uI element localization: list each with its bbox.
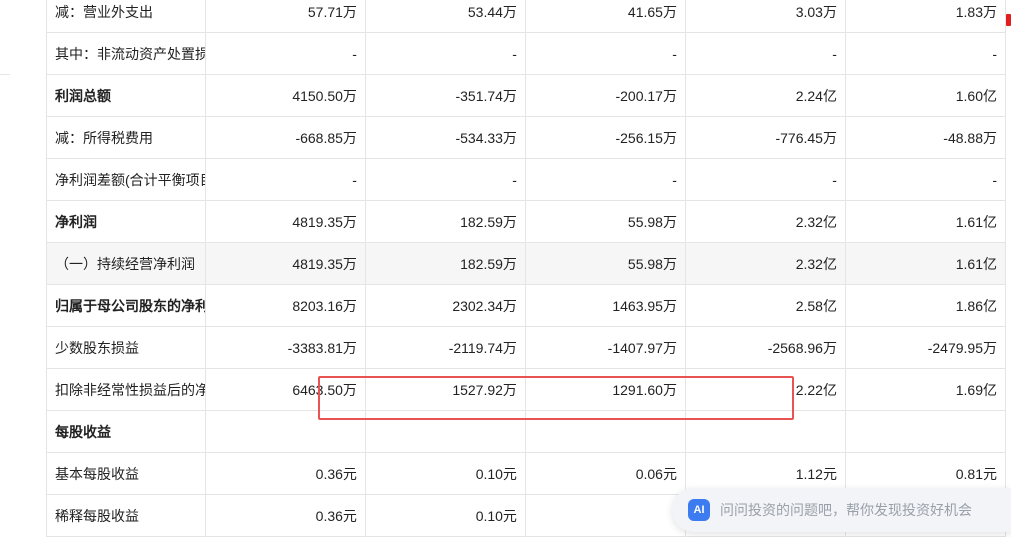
value-cell: -256.15万 — [524, 116, 686, 159]
value-cell: -1407.97万 — [524, 326, 686, 369]
value-cell: -2119.74万 — [364, 326, 526, 369]
value-cell: -534.33万 — [364, 116, 526, 159]
value-cell: -200.17万 — [524, 74, 686, 117]
value-cell: 0.36元 — [204, 494, 366, 537]
ai-assistant-icon: AI — [688, 499, 710, 521]
value-cell: 182.59万 — [364, 200, 526, 243]
value-cell: 0.10元 — [364, 494, 526, 537]
value-cell: 1.61亿 — [844, 200, 1007, 243]
value-cell: -351.74万 — [364, 74, 526, 117]
value-cell: - — [844, 158, 1007, 201]
row-label: 基本每股收益 — [46, 452, 206, 495]
value-cell: 57.71万 — [204, 0, 366, 33]
value-cell: 1.69亿 — [844, 368, 1007, 411]
value-cell: - — [204, 32, 366, 75]
value-cell: 53.44万 — [364, 0, 526, 33]
value-cell: - — [524, 32, 686, 75]
value-cell: 8203.16万 — [204, 284, 366, 327]
value-cell — [524, 494, 686, 537]
value-cell: -668.85万 — [204, 116, 366, 159]
table-row: 其中：非流动资产处置损失----- — [46, 32, 1007, 75]
row-label: 其中：非流动资产处置损失 — [46, 32, 206, 75]
value-cell: 6463.50万 — [204, 368, 366, 411]
value-cell: 4819.35万 — [204, 242, 366, 285]
row-label: 减：所得税费用 — [46, 116, 206, 159]
value-cell: - — [524, 158, 686, 201]
ai-assistant-placeholder: 问问投资的问题吧，帮你发现投资好机会 — [720, 502, 972, 518]
value-cell: 2.24亿 — [684, 74, 846, 117]
value-cell: 2.22亿 — [684, 368, 846, 411]
ai-assistant-input[interactable]: AI 问问投资的问题吧，帮你发现投资好机会 — [672, 488, 1011, 532]
value-cell: 1.60亿 — [844, 74, 1007, 117]
income-statement-table: 减：营业外支出 57.71万 53.44万 41.65万 3.03万 1.83万 其中：非流… — [46, 0, 1007, 537]
value-cell: 1527.92万 — [364, 368, 526, 411]
value-cell: -2479.95万 — [844, 326, 1007, 369]
row-label: 减：营业外支出 — [46, 0, 206, 33]
table-row: 每股收益 — [46, 410, 1007, 453]
value-cell: -776.45万 — [684, 116, 846, 159]
value-cell: 4150.50万 — [204, 74, 366, 117]
table-row: （一）持续经营净利润 4819.35万 182.59万 55.98万 2.32亿 1.61… — [46, 242, 1007, 285]
value-cell: 4819.35万 — [204, 200, 366, 243]
table-row: 减：营业外支出 57.71万 53.44万 41.65万 3.03万 1.83万 — [46, 0, 1007, 33]
table-row: 少数股东损益 -3383.81万 -2119.74万 -1407.97万 -2568.9… — [46, 326, 1007, 369]
value-cell — [524, 410, 686, 453]
value-cell — [844, 410, 1007, 453]
value-cell: - — [204, 158, 366, 201]
value-cell: 2.58亿 — [684, 284, 846, 327]
value-cell — [684, 410, 846, 453]
row-label: 扣除非经常性损益后的净利润 — [46, 368, 206, 411]
table-row: 扣除非经常性损益后的净利润6463.50万1527.92万1291.60万2.2… — [46, 368, 1007, 411]
value-cell: 1463.95万 — [524, 284, 686, 327]
value-cell: - — [364, 158, 526, 201]
table-row: 净利润 4819.35万 182.59万 55.98万 2.32亿 1.61亿 — [46, 200, 1007, 243]
value-cell: 55.98万 — [524, 242, 686, 285]
value-cell: 2.32亿 — [684, 200, 846, 243]
row-label: 归属于母公司股东的净利润 — [46, 284, 206, 327]
table-row: 利润总额 4150.50万 -351.74万 -200.17万 2.24亿 1.60亿 — [46, 74, 1007, 117]
value-cell: 1.83万 — [844, 0, 1007, 33]
value-cell: 55.98万 — [524, 200, 686, 243]
row-label: （一）持续经营净利润 — [46, 242, 206, 285]
value-cell: - — [364, 32, 526, 75]
value-cell: 0.10元 — [364, 452, 526, 495]
value-cell: -2568.96万 — [684, 326, 846, 369]
value-cell: - — [684, 32, 846, 75]
gutter-divider — [0, 74, 10, 75]
value-cell: 0.06元 — [524, 452, 686, 495]
notification-badge — [1006, 14, 1011, 26]
right-edge — [1006, 0, 1011, 528]
row-label: 净利润 — [46, 200, 206, 243]
left-gutter — [0, 0, 46, 528]
table-row: 减：所得税费用 -668.85万 -534.33万 -256.15万 -776.45万 -… — [46, 116, 1007, 159]
row-label: 稀释每股收益 — [46, 494, 206, 537]
value-cell — [364, 410, 526, 453]
table-row: 归属于母公司股东的净利润8203.16万2302.34万1463.95万2.58… — [46, 284, 1007, 327]
value-cell: 2.32亿 — [684, 242, 846, 285]
row-label: 利润总额 — [46, 74, 206, 117]
value-cell: 3.03万 — [684, 0, 846, 33]
row-label: 净利润差额(合计平衡项目) — [46, 158, 206, 201]
value-cell: 1.61亿 — [844, 242, 1007, 285]
value-cell: 182.59万 — [364, 242, 526, 285]
row-label: 少数股东损益 — [46, 326, 206, 369]
value-cell: 41.65万 — [524, 0, 686, 33]
value-cell: -48.88万 — [844, 116, 1007, 159]
value-cell: 1.86亿 — [844, 284, 1007, 327]
value-cell: - — [684, 158, 846, 201]
value-cell: 1291.60万 — [524, 368, 686, 411]
table-row: 净利润差额(合计平衡项目) - - - - - — [46, 158, 1007, 201]
value-cell: 2302.34万 — [364, 284, 526, 327]
value-cell: -3383.81万 — [204, 326, 366, 369]
value-cell: - — [844, 32, 1007, 75]
value-cell — [204, 410, 366, 453]
value-cell: 0.36元 — [204, 452, 366, 495]
row-label: 每股收益 — [46, 410, 206, 453]
